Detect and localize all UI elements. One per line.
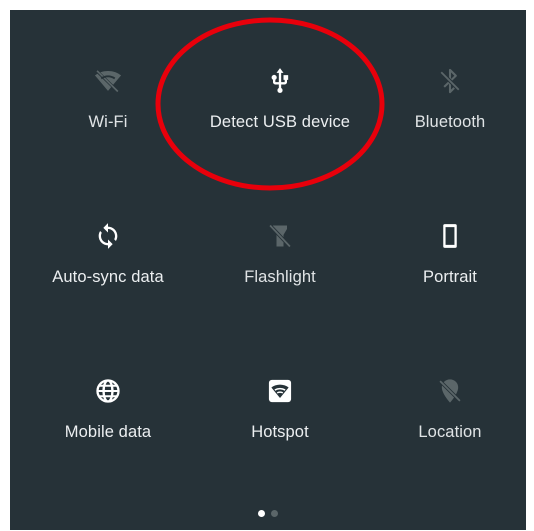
tile-label: Bluetooth (414, 113, 486, 131)
page-dot-active[interactable] (258, 510, 265, 517)
tile-label: Flashlight (244, 268, 316, 286)
page-dot-inactive[interactable] (271, 510, 278, 517)
sync-icon (94, 222, 122, 250)
screen-rotation-portrait-icon (436, 222, 464, 250)
tile-detect-usb-device[interactable]: Detect USB device (194, 67, 366, 187)
page-indicator (10, 510, 526, 517)
globe-icon (94, 377, 122, 405)
tile-auto-sync-data[interactable]: Auto-sync data (22, 222, 194, 342)
wifi-off-icon (94, 67, 122, 95)
tile-flashlight[interactable]: Flashlight (194, 222, 366, 342)
quick-settings-panel: Wi-Fi Detect USB device Bluetooth Auto-s… (10, 10, 526, 530)
tile-wifi[interactable]: Wi-Fi (22, 67, 194, 187)
location-off-icon (436, 377, 464, 405)
tile-portrait[interactable]: Portrait (364, 222, 534, 342)
tile-mobile-data[interactable]: Mobile data (22, 377, 194, 497)
hotspot-icon (266, 377, 294, 405)
tile-label: Wi-Fi (88, 113, 128, 131)
tile-label: Detect USB device (209, 113, 351, 131)
tile-hotspot[interactable]: Hotspot (194, 377, 366, 497)
tile-label: Mobile data (64, 423, 152, 441)
usb-icon (266, 67, 294, 95)
tile-label: Portrait (423, 268, 477, 286)
tile-location[interactable]: Location (364, 377, 534, 497)
tile-label: Hotspot (251, 423, 309, 441)
tile-label: Auto-sync data (52, 268, 164, 286)
flashlight-off-icon (266, 222, 294, 250)
tile-label: Location (418, 423, 482, 441)
tile-bluetooth[interactable]: Bluetooth (364, 67, 534, 187)
bluetooth-off-icon (436, 67, 464, 95)
